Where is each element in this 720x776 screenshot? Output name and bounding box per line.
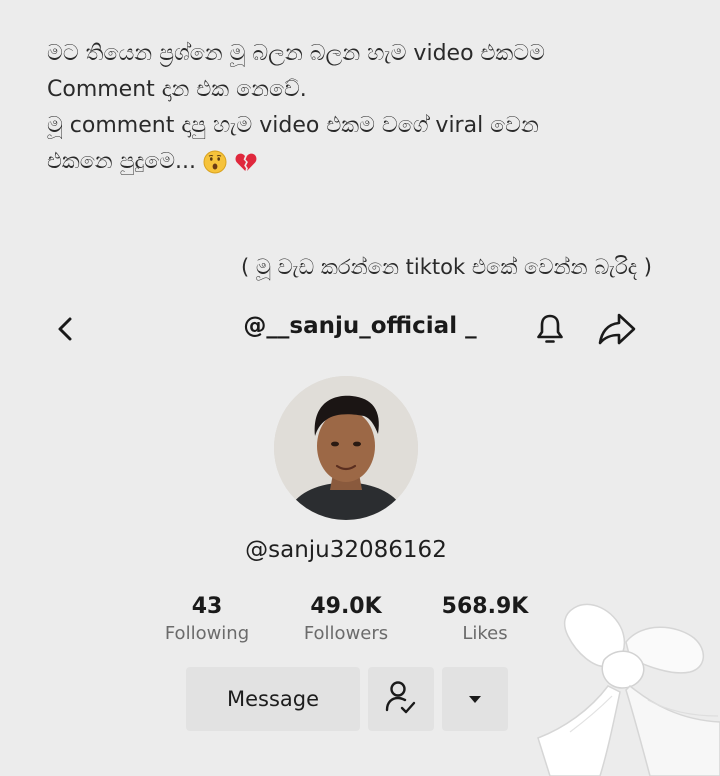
- notifications-button[interactable]: [530, 309, 570, 349]
- share-button[interactable]: [596, 309, 638, 349]
- caption-text: මට තියෙන ප්‍රශ්නෙ මූ බලන බලන හැම video එ…: [47, 36, 667, 180]
- broken-heart-icon: [235, 153, 257, 171]
- person-check-icon: [385, 681, 416, 714]
- profile-header: @__sanju_official _: [0, 305, 720, 355]
- username: @sanju32086162: [245, 537, 447, 563]
- stat-value: 49.0K: [310, 594, 382, 619]
- message-button[interactable]: Message: [186, 667, 360, 731]
- side-note: ( මූ වැඩ කරන්නෙ tiktok එකේ වෙන්න බැරිද ): [241, 255, 652, 279]
- caption-line-2: Comment දාන එක නෙවේ.: [47, 77, 307, 102]
- profile-photo: [274, 376, 418, 520]
- caption-line-3: මූ comment දාපු හැම video එකම වගේ viral …: [47, 113, 539, 138]
- stat-value: 43: [191, 594, 223, 619]
- astonished-face-icon: [203, 150, 227, 174]
- caption-line-4: එකනෙ පුදුමෙ...: [47, 149, 197, 174]
- stat-label: Followers: [303, 623, 389, 644]
- bell-icon: [537, 314, 563, 343]
- avatar[interactable]: [274, 376, 418, 520]
- more-options-button[interactable]: [442, 667, 508, 731]
- share-arrow-icon: [598, 313, 636, 345]
- stat-following[interactable]: 43 Following: [137, 594, 277, 644]
- ribbon-decoration: [537, 603, 720, 776]
- stat-followers[interactable]: 49.0K Followers: [276, 594, 416, 644]
- stat-label: Following: [164, 623, 250, 644]
- caret-down-icon: [469, 696, 481, 703]
- caption-line-4-wrap: එකනෙ පුදුමෙ...: [47, 144, 667, 180]
- friends-button[interactable]: [368, 667, 434, 731]
- caption-line-1: මට තියෙන ප්‍රශ්නෙ මූ බලන බලන හැම video එ…: [47, 41, 545, 66]
